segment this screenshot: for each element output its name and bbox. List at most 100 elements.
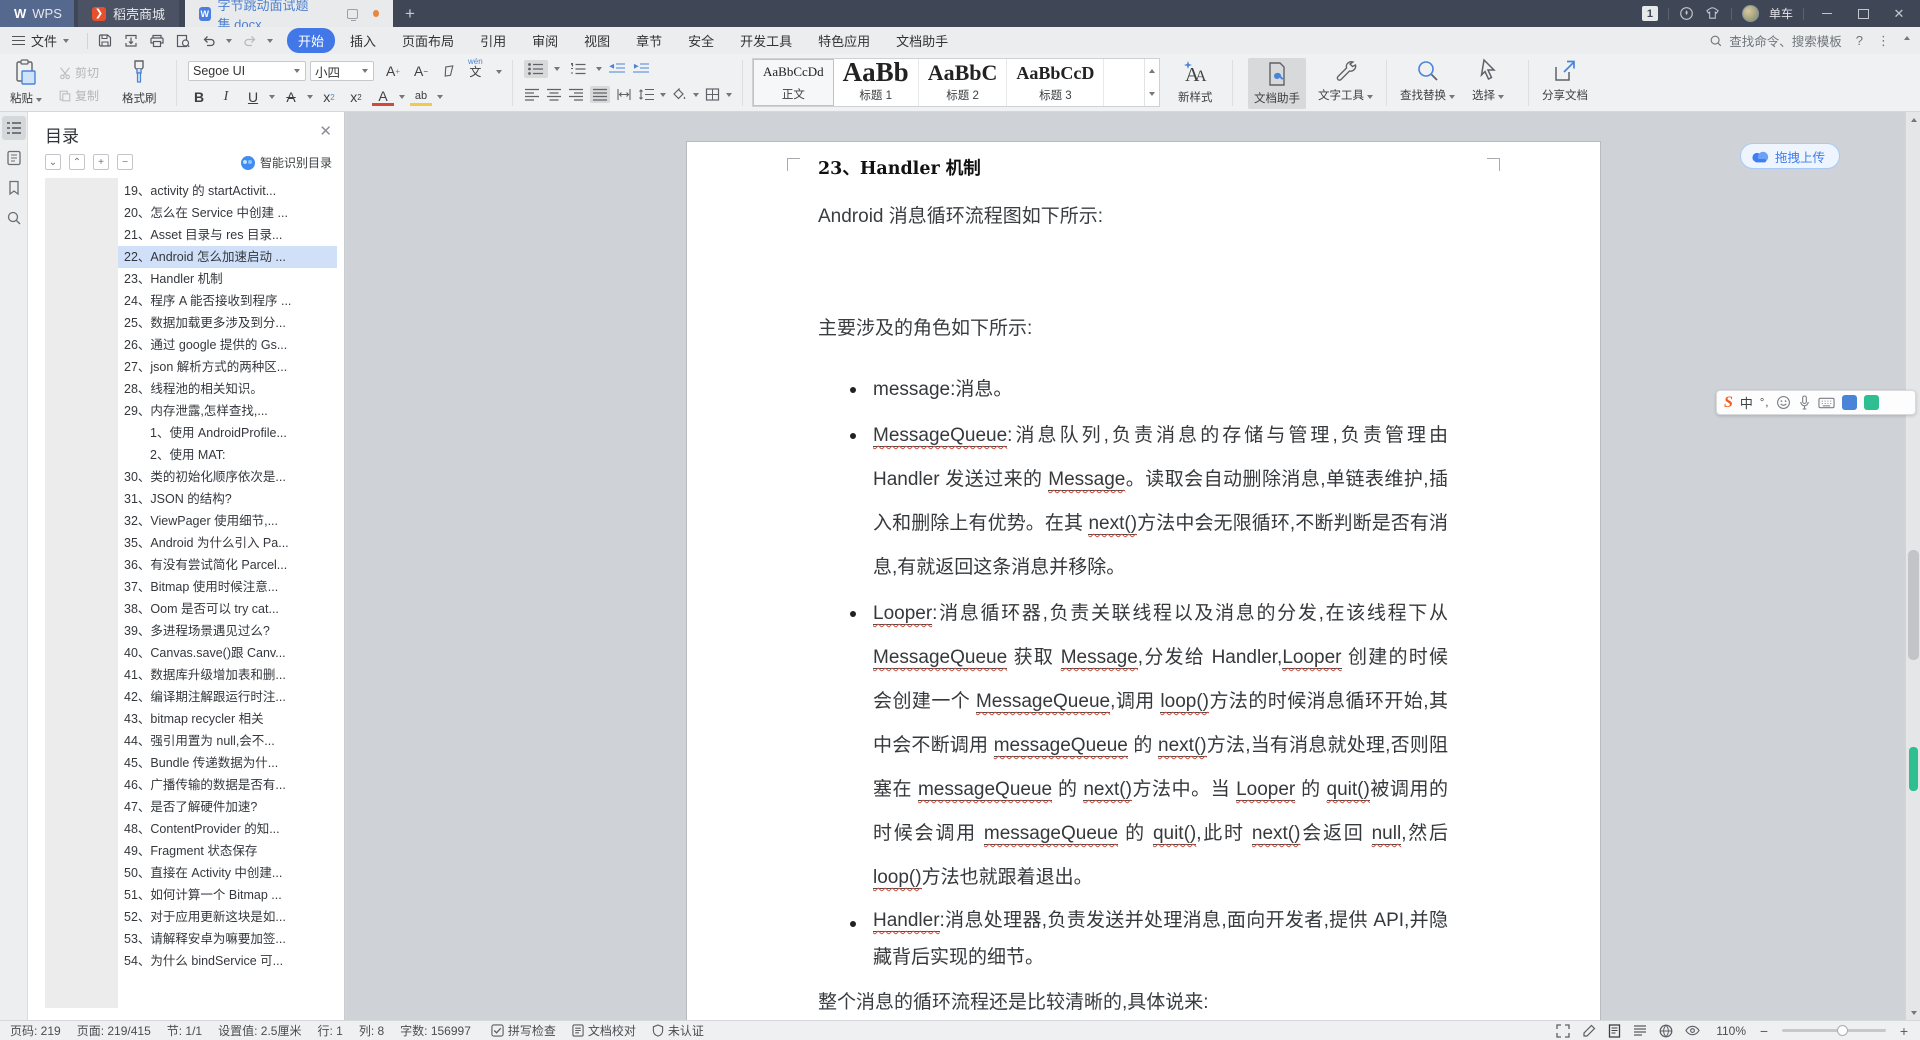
toc-item-37[interactable]: 37、Bitmap 使用时候注意... xyxy=(118,576,337,598)
pinyin-guide-icon[interactable]: wén 文 xyxy=(468,58,483,79)
decrease-font-icon[interactable]: A − xyxy=(410,61,432,81)
font-size-combo[interactable]: 小四 xyxy=(310,61,374,81)
toc-expand-all-icon[interactable]: ⌄ xyxy=(45,154,61,170)
toc-item-28[interactable]: 28、线程池的相关知识。 xyxy=(118,378,337,400)
scrollbar-thumb[interactable] xyxy=(1908,550,1919,660)
borders-dropdown-icon[interactable] xyxy=(726,92,732,97)
find-replace-button[interactable]: 查找替换 xyxy=(1400,58,1456,103)
toc-zoom-in-icon[interactable]: + xyxy=(93,154,109,170)
toc-item-42[interactable]: 42、编译期注解跟运行时注... xyxy=(118,686,337,708)
notes-pane-icon[interactable] xyxy=(2,146,26,170)
ime-language-toggle[interactable]: 中 xyxy=(1740,393,1753,412)
strikethrough-button[interactable]: A xyxy=(280,87,302,107)
toc-item-54[interactable]: 54、为什么 bindService 可... xyxy=(118,950,337,972)
menu-tab-视图[interactable]: 视图 xyxy=(573,28,621,53)
ime-punctuation-toggle[interactable]: °, xyxy=(1760,397,1769,409)
styles-scroll-up-icon[interactable] xyxy=(1145,59,1159,83)
numbered-list-dropdown-icon[interactable] xyxy=(596,67,602,71)
minimize-button[interactable] xyxy=(1814,0,1840,27)
shading-button[interactable] xyxy=(672,88,687,101)
skin-icon[interactable] xyxy=(1705,6,1721,22)
status-item[interactable]: 节: 1/1 xyxy=(167,1022,202,1039)
new-style-button[interactable]: AA 新样式 xyxy=(1178,60,1213,105)
increase-indent-button[interactable] xyxy=(632,62,650,76)
scroll-down-icon[interactable] xyxy=(1906,1005,1920,1020)
share-button[interactable]: 分享文档 xyxy=(1542,58,1588,103)
smart-toc-button[interactable]: 智能识别目录 xyxy=(240,154,332,171)
menu-tab-安全[interactable]: 安全 xyxy=(677,28,725,53)
outline-view-icon[interactable] xyxy=(1633,1024,1647,1037)
menu-tab-章节[interactable]: 章节 xyxy=(625,28,673,53)
italic-button[interactable]: I xyxy=(215,87,237,107)
toc-item-2[interactable]: 2、使用 MAT: xyxy=(118,444,337,466)
toc-item-52[interactable]: 52、对于应用更新这块是如... xyxy=(118,906,337,928)
bookmark-pane-icon[interactable] xyxy=(2,176,26,200)
toc-item-22[interactable]: 22、Android 怎么加速启动 ... xyxy=(118,246,337,268)
toc-zoom-out-icon[interactable]: − xyxy=(117,154,133,170)
toc-item-30[interactable]: 30、类的初始化顺序依次是... xyxy=(118,466,337,488)
file-menu[interactable]: 文件 xyxy=(0,31,79,50)
toc-item-46[interactable]: 46、广播传输的数据是否有... xyxy=(118,774,337,796)
undo-dropdown-icon[interactable] xyxy=(226,38,233,43)
strikethrough-dropdown-icon[interactable] xyxy=(307,95,313,99)
numbered-list-button[interactable] xyxy=(566,60,590,78)
toc-item-47[interactable]: 47、是否了解硬件加速? xyxy=(118,796,337,818)
export-icon[interactable] xyxy=(122,32,139,49)
font-color-dropdown-icon[interactable] xyxy=(399,95,405,99)
document-page[interactable]: 23、Handler 机制 Android 消息循环流程图如下所示: 主要涉及的… xyxy=(687,142,1600,1020)
vertical-scrollbar[interactable] xyxy=(1905,112,1920,1020)
line-spacing-dropdown-icon[interactable] xyxy=(660,92,666,97)
decrease-indent-button[interactable] xyxy=(608,62,626,76)
status-item[interactable]: 行: 1 xyxy=(317,1022,342,1039)
toc-pane-toggle-icon[interactable] xyxy=(1,116,26,140)
document-tab[interactable]: W 字节跳动面试题集.docx xyxy=(185,0,394,32)
style-item-正文[interactable]: AaBbCcDd 正文 xyxy=(753,59,834,106)
highlight-dropdown-icon[interactable] xyxy=(437,95,443,99)
clear-format-icon[interactable] xyxy=(438,61,460,81)
pinyin-dropdown-icon[interactable] xyxy=(496,70,502,74)
superscript-button[interactable]: x2 xyxy=(318,87,340,107)
style-item-标题 1[interactable]: AaBb 标题 1 xyxy=(834,59,919,106)
wps-home-tab[interactable]: W WPS xyxy=(0,0,74,27)
toc-item-26[interactable]: 26、通过 google 提供的 Gs... xyxy=(118,334,337,356)
toc-item-20[interactable]: 20、怎么在 Service 中创建 ... xyxy=(118,202,337,224)
save-icon[interactable] xyxy=(96,32,113,49)
menu-tab-页面布局[interactable]: 页面布局 xyxy=(391,28,465,53)
toc-item-25[interactable]: 25、数据加载更多涉及到分... xyxy=(118,312,337,334)
more-menu-icon[interactable]: ⋮ xyxy=(1877,33,1890,49)
sogou-logo-icon[interactable]: S xyxy=(1724,394,1733,412)
borders-button[interactable] xyxy=(705,88,720,101)
toc-item-48[interactable]: 48、ContentProvider 的知... xyxy=(118,818,337,840)
page-view-icon[interactable] xyxy=(1608,1023,1621,1038)
menu-tab-开发工具[interactable]: 开发工具 xyxy=(729,28,803,53)
emoji-icon[interactable] xyxy=(1776,395,1791,410)
toc-item-24[interactable]: 24、程序 A 能否接收到程序 ... xyxy=(118,290,337,312)
eye-protection-icon[interactable] xyxy=(1685,1025,1700,1036)
underline-dropdown-icon[interactable] xyxy=(269,95,275,99)
restore-button[interactable] xyxy=(1850,0,1876,27)
justify-button[interactable] xyxy=(590,86,610,103)
styles-scroll-down-icon[interactable] xyxy=(1145,83,1159,107)
message-count-badge[interactable]: 1 xyxy=(1641,6,1658,21)
fullscreen-icon[interactable] xyxy=(1556,1023,1570,1038)
toc-close-icon[interactable]: ✕ xyxy=(319,122,332,140)
toc-item-53[interactable]: 53、请解释安卓为嘛要加签... xyxy=(118,928,337,950)
highlight-button[interactable]: ab xyxy=(410,89,432,106)
toc-item-41[interactable]: 41、数据库升级增加表和删... xyxy=(118,664,337,686)
ime-toolbar[interactable]: S 中 °, xyxy=(1716,390,1916,415)
toc-collapse-all-icon[interactable]: ⌃ xyxy=(69,154,85,170)
status-item[interactable]: 设置值: 2.5厘米 xyxy=(218,1022,301,1039)
distribute-button[interactable] xyxy=(616,88,632,101)
command-search[interactable]: 查找命令、搜索模板 xyxy=(1709,31,1842,50)
font-color-button[interactable]: A xyxy=(372,88,394,106)
toc-item-29[interactable]: 29、内存泄露,怎样查找,... xyxy=(118,400,337,422)
toc-item-32[interactable]: 32、ViewPager 使用细节,... xyxy=(118,510,337,532)
menu-tab-审阅[interactable]: 审阅 xyxy=(521,28,569,53)
keyboard-icon[interactable] xyxy=(1818,397,1836,409)
underline-button[interactable]: U xyxy=(242,87,264,107)
proofread-toggle[interactable]: 文档校对 xyxy=(572,1022,636,1039)
certification-status[interactable]: 未认证 xyxy=(652,1022,704,1039)
toc-item-31[interactable]: 31、JSON 的结构? xyxy=(118,488,337,510)
shading-dropdown-icon[interactable] xyxy=(693,92,699,97)
username[interactable]: 单车 xyxy=(1769,5,1793,22)
